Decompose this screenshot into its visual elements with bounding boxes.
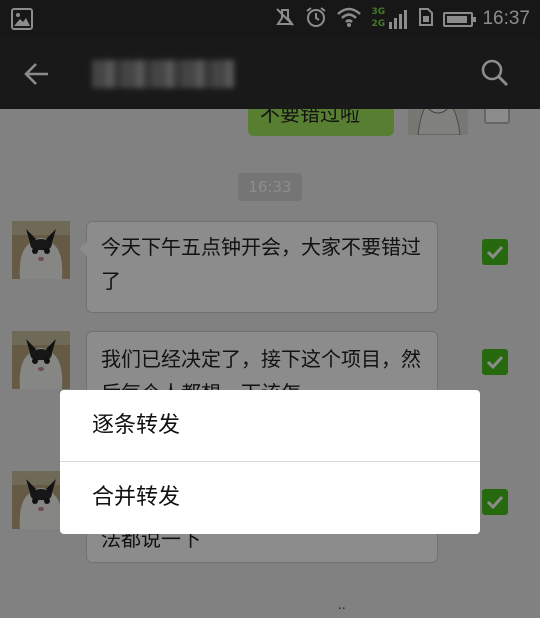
forward-options-dialog: 逐条转发 合并转发 — [60, 390, 480, 534]
forward-one-by-one-option[interactable]: 逐条转发 — [60, 390, 480, 462]
merge-forward-option[interactable]: 合并转发 — [60, 462, 480, 534]
